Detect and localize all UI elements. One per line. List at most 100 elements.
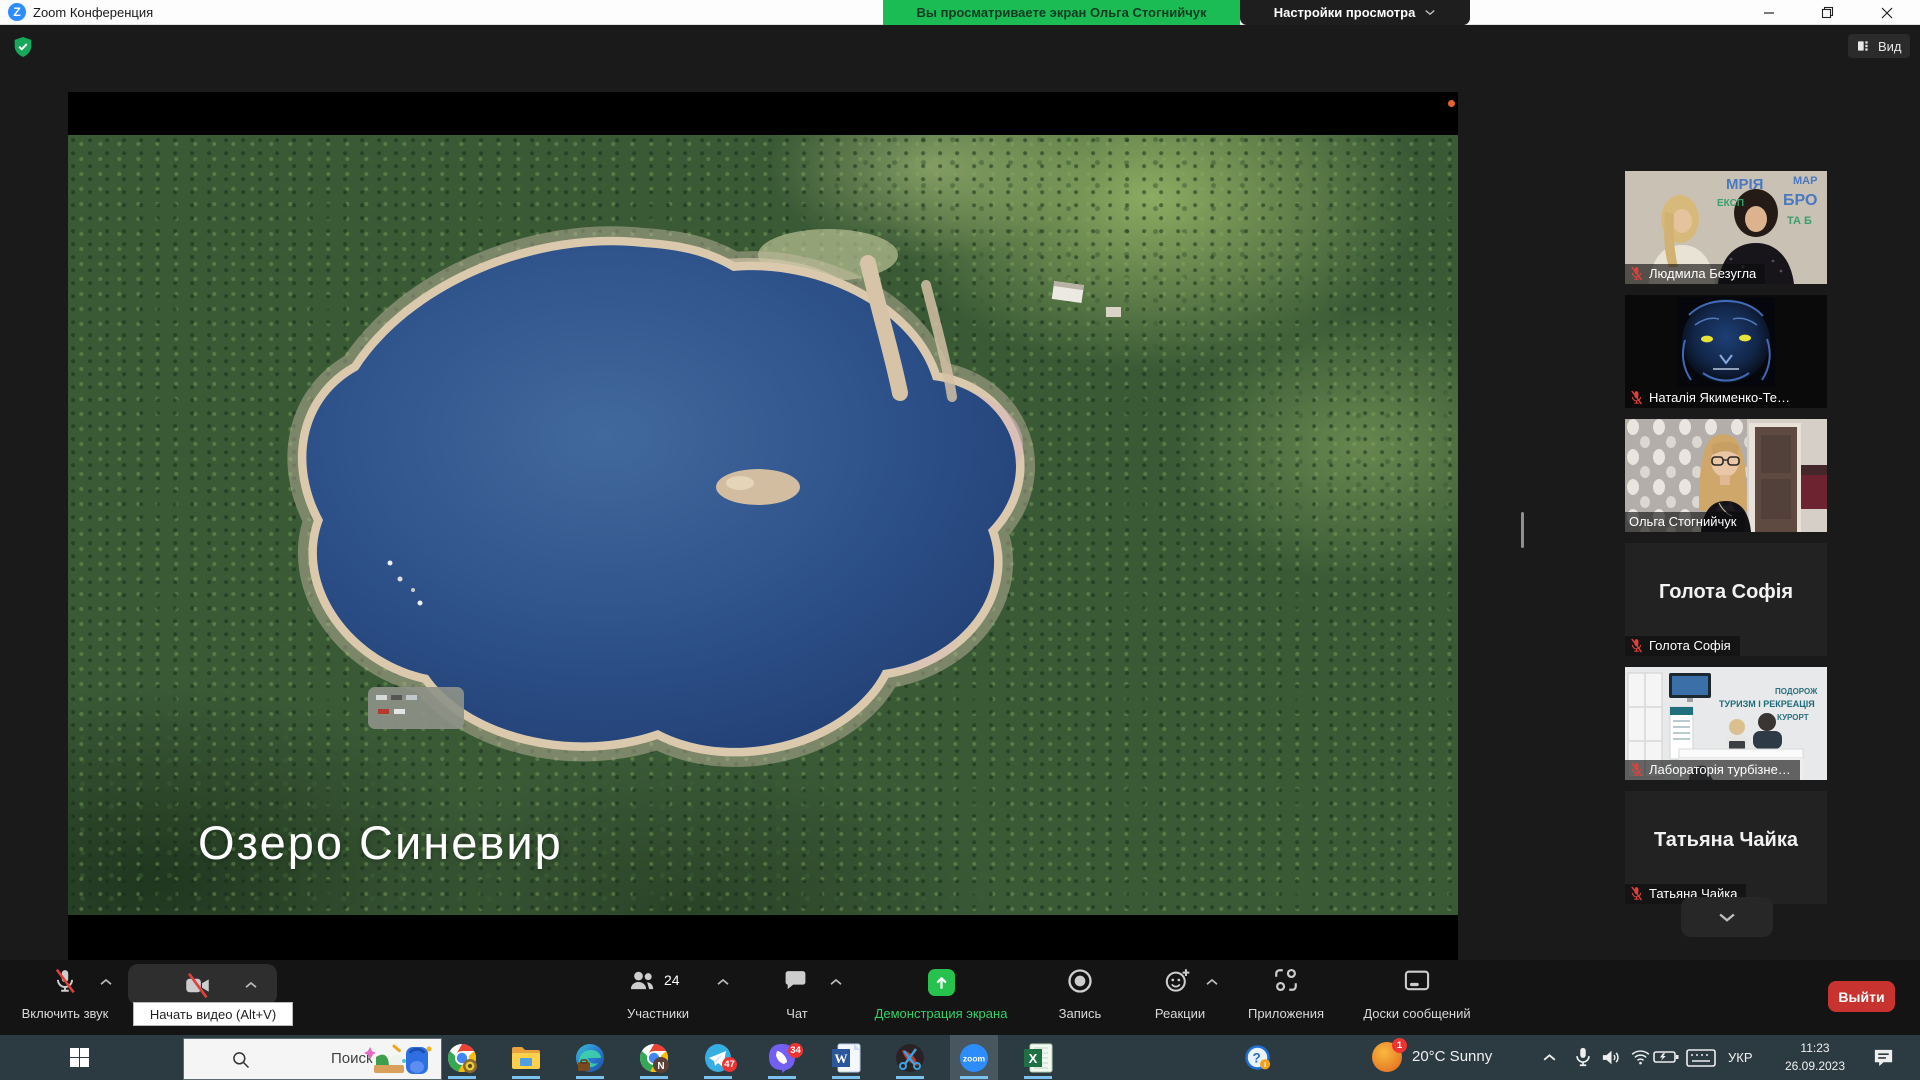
language-indicator[interactable]: УКР: [1728, 1050, 1753, 1065]
mic-muted-icon: [1629, 762, 1644, 777]
file-explorer-icon[interactable]: [510, 1042, 542, 1074]
record-icon: [1066, 967, 1094, 995]
security-shield-icon[interactable]: [13, 36, 33, 58]
windows-taskbar: Поиск: [0, 1035, 1920, 1080]
reactions-smiley-icon: [1164, 967, 1191, 994]
leave-button[interactable]: Выйти: [1828, 981, 1895, 1012]
start-button[interactable]: [70, 1048, 89, 1067]
shared-video-frame: Озеро Синевир: [68, 135, 1458, 915]
participant-tile-natalia[interactable]: Наталія Якименко-Те…: [1625, 295, 1827, 408]
chevron-down-icon: [1424, 9, 1436, 16]
panel-resize-handle[interactable]: [1521, 512, 1524, 548]
start-video-button[interactable]: [128, 964, 277, 1005]
view-button[interactable]: Вид: [1848, 34, 1910, 58]
svg-text:X: X: [1029, 1051, 1038, 1066]
title-bar: Z Zoom Конференция Вы просматриваете экр…: [0, 0, 1920, 25]
word-icon[interactable]: W: [830, 1042, 862, 1074]
participant-name-tag: Наталія Якименко-Те…: [1625, 388, 1799, 408]
participant-tile-olga-active[interactable]: Ольга Стогнийчук: [1625, 419, 1827, 532]
tray-chevron-up-icon[interactable]: [1542, 1053, 1557, 1062]
participant-tile-lyudmila[interactable]: МРІЯ МАР ЕКСП БРО ТА Б Людмила Безугла: [1625, 171, 1827, 284]
wall-word: ЕКСП: [1717, 198, 1744, 209]
slide-caption: Озеро Синевир: [198, 815, 563, 870]
search-input[interactable]: Поиск: [183, 1038, 442, 1080]
whiteboards-label: Доски сообщений: [1347, 1006, 1487, 1021]
zoom-taskbar-active-tile[interactable]: zoom: [950, 1035, 998, 1080]
running-indicator: [768, 1076, 796, 1079]
svg-text:zoom: zoom: [963, 1054, 986, 1064]
microphone-tray-icon[interactable]: [1572, 1046, 1594, 1068]
participant-name: Ольга Стогнийчук: [1629, 514, 1736, 529]
wall-word: КУРОРТ: [1777, 713, 1809, 722]
whiteboard-icon: [1403, 967, 1431, 995]
help-icon[interactable]: ? i: [1244, 1044, 1271, 1071]
clock-time: 11:23: [1778, 1039, 1852, 1057]
chrome-profile-icon[interactable]: N: [638, 1042, 670, 1074]
running-indicator: [576, 1076, 604, 1079]
window-title: Zoom Конференция: [33, 5, 153, 20]
meeting-toolbar: Включить звук Начать видео (Alt+V) 24 Уч…: [0, 960, 1920, 1035]
chevron-up-icon[interactable]: [99, 978, 113, 986]
participant-display-name: Голота Софія: [1625, 581, 1827, 604]
excel-icon[interactable]: X: [1022, 1042, 1054, 1074]
share-screen-label: Демонстрация экрана: [858, 1006, 1024, 1021]
chrome-icon[interactable]: [446, 1042, 478, 1074]
svg-text:i: i: [1264, 1060, 1266, 1069]
zoom-logo-icon: Z: [8, 3, 26, 21]
participant-name-tag: Лабораторія турбізне…: [1625, 760, 1800, 780]
svg-text:W: W: [835, 1051, 848, 1066]
close-button[interactable]: [1864, 0, 1910, 25]
unmute-label: Включить звук: [8, 1006, 122, 1021]
share-screen-icon: [928, 969, 955, 996]
participant-name: Лабораторія турбізне…: [1649, 762, 1791, 777]
participants-label: Участники: [600, 1006, 716, 1021]
arrow-up-icon: [933, 974, 950, 991]
running-indicator: [1024, 1076, 1052, 1079]
chevron-up-icon[interactable]: [244, 981, 258, 989]
battery-icon[interactable]: [1653, 1050, 1679, 1064]
restore-button[interactable]: [1804, 0, 1850, 25]
camera-muted-icon: [184, 972, 211, 999]
chevron-up-icon[interactable]: [1205, 978, 1219, 986]
participants-count: 24: [664, 972, 680, 988]
chevron-up-icon[interactable]: [716, 978, 730, 986]
keyboard-icon[interactable]: [1686, 1048, 1716, 1068]
speaker-icon[interactable]: [1600, 1046, 1623, 1069]
participant-tile-lab[interactable]: ПОДОРОЖ ТУРИЗМ І РЕКРЕАЦІЯ КУРОРТ Лабора…: [1625, 667, 1827, 780]
mic-muted-icon: [1629, 886, 1644, 901]
view-grid-icon: [1856, 38, 1872, 54]
screen-share-banner: Вы просматриваете экран Ольга Стогнийчук: [883, 0, 1240, 25]
weather-notification-badge: 1: [1392, 1038, 1407, 1053]
zoom-meeting-window: Z Zoom Конференция Вы просматриваете экр…: [0, 0, 1920, 1080]
edge-icon[interactable]: [574, 1042, 606, 1074]
minimize-button[interactable]: [1746, 0, 1792, 25]
mic-muted-icon: [52, 968, 78, 994]
participant-name-tag: Голота Софія: [1625, 636, 1740, 656]
clock-date: 26.09.2023: [1778, 1057, 1852, 1075]
shared-screen-area: Озеро Синевир: [68, 92, 1458, 960]
view-settings-label: Настройки просмотра: [1274, 5, 1416, 20]
participant-name-tag: Людмила Безугла: [1625, 264, 1765, 284]
chevron-up-icon[interactable]: [829, 978, 843, 986]
chat-label: Чат: [770, 1006, 824, 1021]
clock[interactable]: 11:23 26.09.2023: [1778, 1039, 1852, 1075]
wifi-icon[interactable]: [1630, 1046, 1651, 1067]
action-center-icon[interactable]: [1872, 1046, 1895, 1069]
wall-word: ТУРИЗМ І РЕКРЕАЦІЯ: [1719, 699, 1815, 709]
view-settings-button[interactable]: Настройки просмотра: [1240, 0, 1470, 25]
svg-text:?: ?: [1253, 1051, 1261, 1066]
running-indicator: [960, 1076, 988, 1079]
mic-muted-icon: [1629, 638, 1644, 653]
mic-muted-icon: [1629, 390, 1644, 405]
more-participants-button[interactable]: [1681, 897, 1773, 937]
participants-icon: [628, 967, 656, 995]
participant-tile-golota[interactable]: Голота Софія Голота Софія: [1625, 543, 1827, 656]
wall-word: МАР: [1793, 175, 1817, 187]
apps-label: Приложения: [1236, 1006, 1336, 1021]
wall-word: БРО: [1783, 192, 1817, 210]
view-button-label: Вид: [1878, 39, 1902, 54]
participant-tile-tatyana[interactable]: Татьяна Чайка Татьяна Чайка: [1625, 791, 1827, 904]
wall-word: МРІЯ: [1726, 176, 1763, 193]
zoom-taskbar-icon[interactable]: zoom: [958, 1042, 990, 1074]
scissors-app-icon[interactable]: [894, 1042, 926, 1074]
